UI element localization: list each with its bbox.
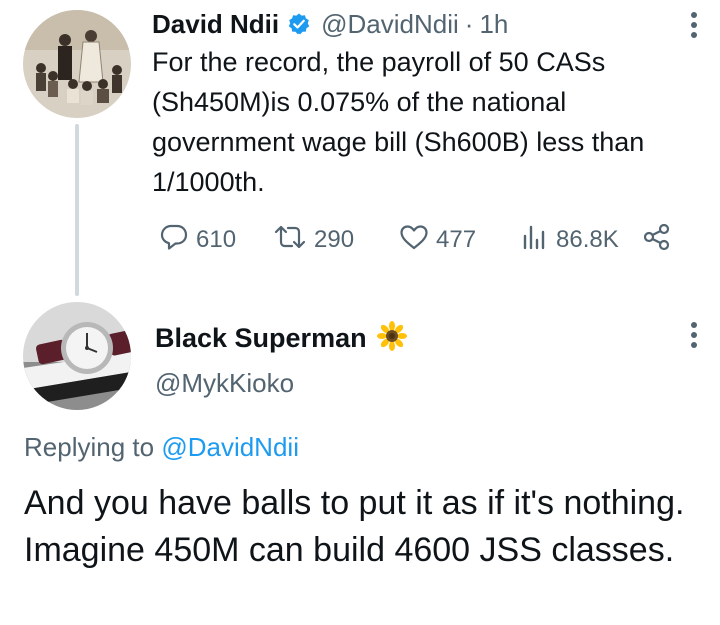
separator-dot: · (464, 8, 474, 39)
thread-connector-line (75, 124, 79, 296)
views-count: 86.8K (556, 226, 619, 253)
like-button[interactable]: 477 (398, 222, 476, 258)
reply-icon (158, 221, 196, 260)
reply-author-row: Black Superman (155, 318, 407, 358)
more-icon[interactable] (690, 10, 698, 45)
more-icon[interactable] (690, 320, 698, 355)
repost-count: 290 (314, 226, 355, 253)
share-button[interactable] (642, 222, 678, 258)
sunflower-emoji-icon (376, 320, 407, 356)
replying-to-label: Replying to (24, 432, 155, 462)
tweet-header: David Ndii @DavidNdii · 1h (152, 6, 508, 42)
author-avatar-black-superman[interactable] (23, 302, 131, 410)
tweet-timestamp[interactable]: 1h (479, 9, 508, 40)
replying-to-line: Replying to @DavidNdii (24, 432, 299, 463)
repost-button[interactable]: 290 (272, 222, 354, 258)
verified-badge-icon (287, 12, 311, 36)
author-avatar-david[interactable] (23, 10, 131, 118)
share-icon (642, 221, 678, 260)
replying-to-handle-link[interactable]: @DavidNdii (161, 432, 299, 462)
like-icon (398, 221, 436, 260)
tweet-actions: 610 290 477 86.8K (158, 222, 678, 258)
tweet-text: For the record, the payroll of 50 CASs (… (152, 47, 645, 197)
like-count: 477 (436, 226, 477, 253)
reply-author-name[interactable]: Black Superman (155, 323, 367, 354)
views-button[interactable]: 86.8K (520, 222, 619, 258)
reply-text: And you have balls to put it as if it's … (24, 484, 685, 569)
reply-count: 610 (196, 226, 237, 253)
repost-icon (272, 221, 314, 260)
views-icon (520, 221, 556, 260)
author-handle[interactable]: @DavidNdii (321, 9, 459, 40)
author-name[interactable]: David Ndii (152, 9, 279, 40)
reply-author-handle[interactable]: @MykKioko (155, 368, 294, 399)
reply-button[interactable]: 610 (158, 222, 236, 258)
